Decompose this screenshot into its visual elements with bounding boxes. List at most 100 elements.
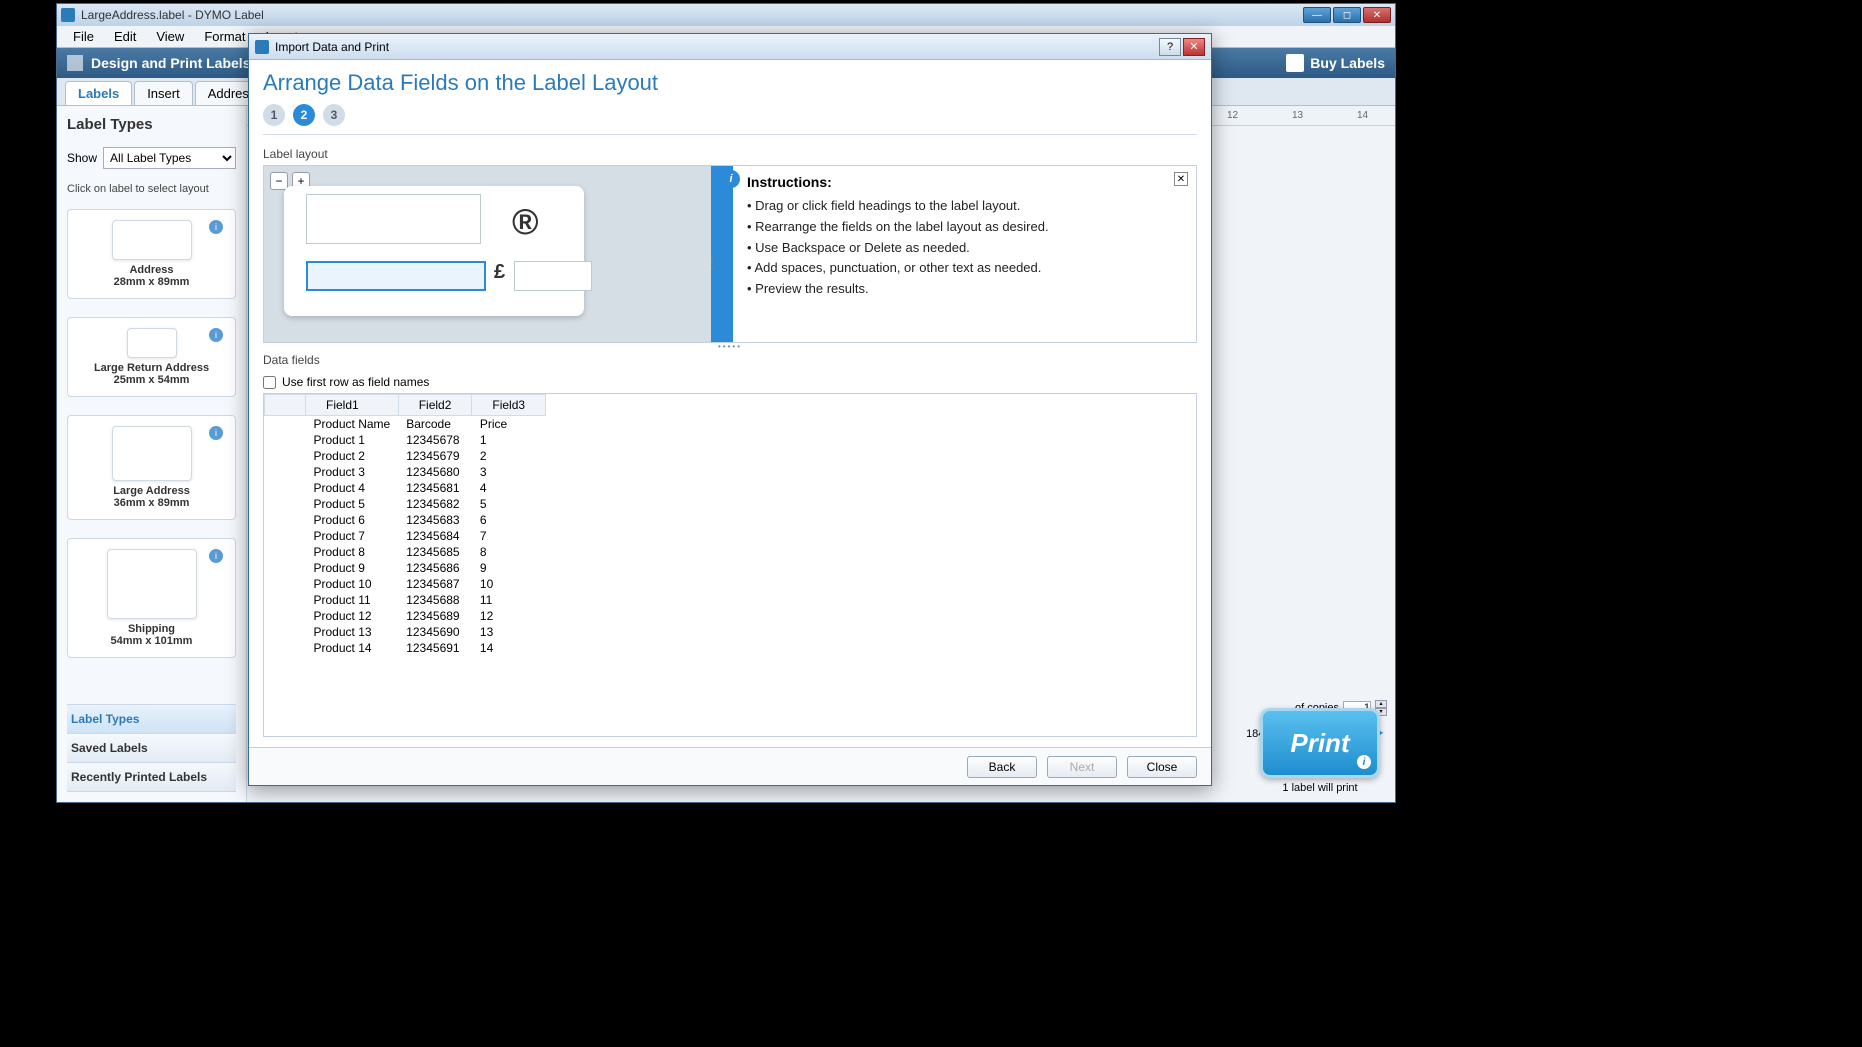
titlebar: LargeAddress.label - DYMO Label — ◻ ✕ bbox=[57, 4, 1395, 26]
minimize-button[interactable]: — bbox=[1303, 7, 1331, 23]
column-header[interactable]: Field2 bbox=[398, 395, 472, 416]
table-cell: Product 13 bbox=[306, 624, 399, 640]
data-table[interactable]: Field1Field2Field3 Product NameBarcodePr… bbox=[263, 393, 1197, 737]
table-cell: 12345686 bbox=[398, 560, 472, 576]
field-placeholder-right[interactable] bbox=[514, 261, 592, 291]
table-row[interactable]: Product 121234568912 bbox=[265, 608, 546, 624]
table-row[interactable]: Product 111234568811 bbox=[265, 592, 546, 608]
back-button[interactable]: Back bbox=[967, 756, 1037, 778]
table-cell: 12345690 bbox=[398, 624, 472, 640]
table-row[interactable]: Product 101234568710 bbox=[265, 576, 546, 592]
info-icon[interactable]: i bbox=[209, 426, 223, 440]
app-icon bbox=[61, 8, 75, 22]
field-placeholder-selected[interactable] bbox=[306, 261, 486, 291]
table-cell: 8 bbox=[472, 544, 546, 560]
show-label: Show bbox=[67, 151, 97, 165]
table-row[interactable]: Product 5123456825 bbox=[265, 496, 546, 512]
dialog-help-button[interactable]: ? bbox=[1159, 38, 1181, 56]
menu-file[interactable]: File bbox=[63, 27, 104, 46]
table-cell: Product 3 bbox=[306, 464, 399, 480]
buy-labels-link[interactable]: Buy Labels bbox=[1310, 55, 1385, 71]
table-cell: 6 bbox=[472, 512, 546, 528]
data-fields-label: Data fields bbox=[263, 353, 1197, 367]
tab-insert[interactable]: Insert bbox=[134, 81, 193, 105]
table-row[interactable]: Product 4123456814 bbox=[265, 480, 546, 496]
table-row[interactable]: Product 9123456869 bbox=[265, 560, 546, 576]
dialog-close-button[interactable]: ✕ bbox=[1183, 38, 1205, 56]
nav-label-types[interactable]: Label Types bbox=[67, 705, 236, 734]
table-cell: 4 bbox=[472, 480, 546, 496]
instructions-panel: i ✕ Instructions: Drag or click field he… bbox=[733, 166, 1196, 342]
label-thumb-address[interactable]: Address 28mm x 89mm i bbox=[67, 209, 236, 299]
table-row[interactable]: Product 7123456847 bbox=[265, 528, 546, 544]
zoom-out-button[interactable]: − bbox=[270, 172, 288, 190]
menu-view[interactable]: View bbox=[146, 27, 194, 46]
table-cell: 12345681 bbox=[398, 480, 472, 496]
cart-icon bbox=[1286, 54, 1304, 72]
label-thumb-large-address[interactable]: Large Address 36mm x 89mm i bbox=[67, 415, 236, 520]
instructions-close[interactable]: ✕ bbox=[1174, 172, 1188, 186]
table-row[interactable]: Product NameBarcodePrice bbox=[265, 416, 546, 433]
show-select[interactable]: All Label Types bbox=[103, 147, 236, 169]
table-cell: 11 bbox=[472, 592, 546, 608]
table-row[interactable]: Product 2123456792 bbox=[265, 448, 546, 464]
next-button[interactable]: Next bbox=[1047, 756, 1117, 778]
table-row[interactable]: Product 1123456781 bbox=[265, 432, 546, 448]
nav-recent-labels[interactable]: Recently Printed Labels bbox=[67, 763, 236, 792]
table-cell: Product 5 bbox=[306, 496, 399, 512]
menu-format[interactable]: Format bbox=[194, 27, 255, 46]
use-first-row-checkbox[interactable] bbox=[263, 376, 276, 389]
column-header[interactable]: Field3 bbox=[472, 395, 546, 416]
thumb-preview bbox=[112, 426, 192, 481]
column-header[interactable]: Field1 bbox=[306, 395, 399, 416]
table-cell: 12345680 bbox=[398, 464, 472, 480]
info-icon[interactable]: i bbox=[209, 549, 223, 563]
table-cell: Product 2 bbox=[306, 448, 399, 464]
registered-symbol: ® bbox=[512, 201, 539, 243]
nav-saved-labels[interactable]: Saved Labels bbox=[67, 734, 236, 763]
info-icon[interactable]: i bbox=[209, 328, 223, 342]
table-cell: 12345682 bbox=[398, 496, 472, 512]
tab-labels[interactable]: Labels bbox=[65, 81, 132, 105]
dialog-heading: Arrange Data Fields on the Label Layout bbox=[263, 70, 1197, 96]
table-row[interactable]: Product 141234569114 bbox=[265, 640, 546, 656]
table-cell: 12345679 bbox=[398, 448, 472, 464]
table-cell: Product 14 bbox=[306, 640, 399, 656]
table-cell: 10 bbox=[472, 576, 546, 592]
label-thumb-shipping[interactable]: Shipping 54mm x 101mm i bbox=[67, 538, 236, 658]
menu-edit[interactable]: Edit bbox=[104, 27, 146, 46]
maximize-button[interactable]: ◻ bbox=[1333, 7, 1361, 23]
horizontal-splitter[interactable]: ••••• bbox=[263, 343, 1197, 349]
info-icon[interactable]: i bbox=[209, 220, 223, 234]
step-3[interactable]: 3 bbox=[323, 104, 345, 126]
field-placeholder-top[interactable] bbox=[306, 194, 481, 244]
table-row[interactable]: Product 3123456803 bbox=[265, 464, 546, 480]
table-cell: 13 bbox=[472, 624, 546, 640]
table-row[interactable]: Product 8123456858 bbox=[265, 544, 546, 560]
close-button[interactable]: Close bbox=[1127, 756, 1197, 778]
step-2[interactable]: 2 bbox=[293, 104, 315, 126]
window-title: LargeAddress.label - DYMO Label bbox=[81, 8, 264, 22]
table-cell: Product Name bbox=[306, 416, 399, 433]
table-row[interactable]: Product 6123456836 bbox=[265, 512, 546, 528]
sidebar-heading: Label Types bbox=[67, 116, 236, 133]
table-cell: Product 7 bbox=[306, 528, 399, 544]
step-1[interactable]: 1 bbox=[263, 104, 285, 126]
window-close-button[interactable]: ✕ bbox=[1363, 7, 1391, 23]
table-cell: 12345687 bbox=[398, 576, 472, 592]
table-cell: Product 11 bbox=[306, 592, 399, 608]
print-info-icon[interactable]: i bbox=[1357, 755, 1371, 769]
dialog-titlebar: Import Data and Print ? ✕ bbox=[249, 34, 1211, 60]
vertical-splitter[interactable] bbox=[711, 166, 733, 342]
table-cell: Product 4 bbox=[306, 480, 399, 496]
table-cell: Product 12 bbox=[306, 608, 399, 624]
table-row[interactable]: Product 131234569013 bbox=[265, 624, 546, 640]
copies-up[interactable]: ▴ bbox=[1375, 700, 1387, 708]
print-button[interactable]: Print i bbox=[1260, 708, 1380, 778]
layout-preview[interactable]: − + ® £ ↖ bbox=[264, 166, 711, 342]
label-thumb-large-return[interactable]: Large Return Address 25mm x 54mm i bbox=[67, 317, 236, 397]
table-cell: 12345688 bbox=[398, 592, 472, 608]
table-cell: 12345689 bbox=[398, 608, 472, 624]
layout-label: Label layout bbox=[263, 147, 1197, 161]
label-card[interactable]: ® £ bbox=[284, 186, 584, 316]
